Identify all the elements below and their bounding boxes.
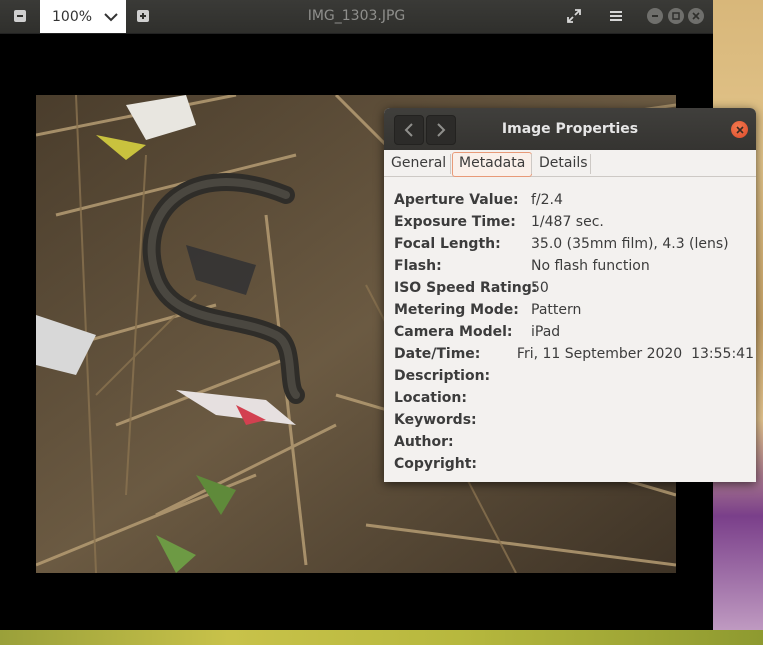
property-row: Copyright:	[394, 456, 754, 478]
property-label: Author:	[394, 434, 454, 450]
image-viewer-window: 100% IMG_1303.JPG Image Properties Gener…	[0, 0, 756, 630]
dialog-title: Image Properties	[501, 121, 639, 137]
property-label: Copyright:	[394, 456, 478, 472]
back-icon	[404, 123, 413, 137]
property-row: Aperture Value: f/2.4	[394, 192, 754, 214]
fullscreen-icon	[567, 9, 581, 23]
property-value: 50	[531, 280, 549, 296]
property-value: iPad	[531, 324, 561, 340]
tab-separator	[450, 154, 451, 174]
property-label: Date/Time:	[394, 346, 481, 362]
zoom-out-button[interactable]	[7, 3, 33, 29]
property-value: 1/487 sec.	[531, 214, 604, 230]
tab-bar: General Metadata Details	[384, 150, 756, 177]
property-label: Aperture Value:	[394, 192, 519, 208]
zoom-in-icon	[137, 10, 149, 22]
property-row: Focal Length: 35.0 (35mm film), 4.3 (lens…	[394, 236, 754, 258]
property-row: Location:	[394, 390, 754, 412]
property-value: 35.0 (35mm film), 4.3 (lens)	[531, 236, 729, 252]
headerbar: 100% IMG_1303.JPG	[0, 0, 713, 34]
property-row: ISO Speed Rating: 50	[394, 280, 754, 302]
maximize-icon	[672, 12, 680, 20]
property-label: Flash:	[394, 258, 442, 274]
zoom-in-button[interactable]	[130, 3, 156, 29]
property-row: Metering Mode: Pattern	[394, 302, 754, 324]
menu-button[interactable]	[603, 3, 629, 29]
property-row: Exposure Time: 1/487 sec.	[394, 214, 754, 236]
window-title: IMG_1303.JPG	[307, 8, 406, 24]
close-button[interactable]	[688, 8, 704, 24]
forward-icon	[437, 123, 446, 137]
property-label: Focal Length:	[394, 236, 501, 252]
property-row: Camera Model: iPad	[394, 324, 754, 346]
dialog-header: Image Properties	[384, 108, 756, 150]
property-label: Keywords:	[394, 412, 477, 428]
property-row: Keywords:	[394, 412, 754, 434]
image-properties-dialog: Image Properties General Metadata Detail…	[384, 108, 756, 482]
chevron-down-icon[interactable]	[102, 8, 120, 26]
minimize-icon	[652, 15, 658, 17]
fullscreen-button[interactable]	[561, 3, 587, 29]
tab-separator	[590, 154, 591, 174]
tab-details[interactable]: Details	[533, 152, 594, 175]
metadata-list: Aperture Value: f/2.4 Exposure Time: 1/487…	[394, 192, 754, 478]
property-row: Author:	[394, 434, 754, 456]
property-label: Camera Model:	[394, 324, 513, 340]
property-row: Description:	[394, 368, 754, 390]
next-image-button[interactable]	[426, 115, 456, 145]
zoom-out-icon	[14, 10, 26, 22]
tab-general[interactable]: General	[385, 152, 452, 175]
property-label: Exposure Time:	[394, 214, 516, 230]
tab-separator	[531, 154, 532, 174]
property-row: Flash: No flash function	[394, 258, 754, 280]
property-value: Pattern	[531, 302, 582, 318]
property-value: Fri, 11 September 2020 13:55:41	[516, 346, 754, 362]
tab-metadata[interactable]: Metadata	[452, 152, 533, 177]
property-row: Date/Time: Fri, 11 September 2020 13:55:4…	[394, 346, 754, 368]
hamburger-menu-icon	[610, 11, 622, 21]
property-value: f/2.4	[531, 192, 563, 208]
previous-image-button[interactable]	[394, 115, 424, 145]
property-label: Description:	[394, 368, 491, 384]
dialog-close-icon	[735, 125, 744, 134]
property-label: Location:	[394, 390, 467, 406]
desktop-wallpaper-bottom	[0, 630, 763, 645]
property-label: ISO Speed Rating:	[394, 280, 538, 296]
close-icon	[692, 12, 700, 20]
maximize-button[interactable]	[668, 8, 684, 24]
dialog-close-button[interactable]	[731, 121, 748, 138]
zoom-combobox[interactable]: 100%	[40, 0, 126, 33]
minimize-button[interactable]	[647, 8, 663, 24]
property-label: Metering Mode:	[394, 302, 519, 318]
property-value: No flash function	[531, 258, 650, 274]
zoom-value: 100%	[52, 8, 93, 25]
